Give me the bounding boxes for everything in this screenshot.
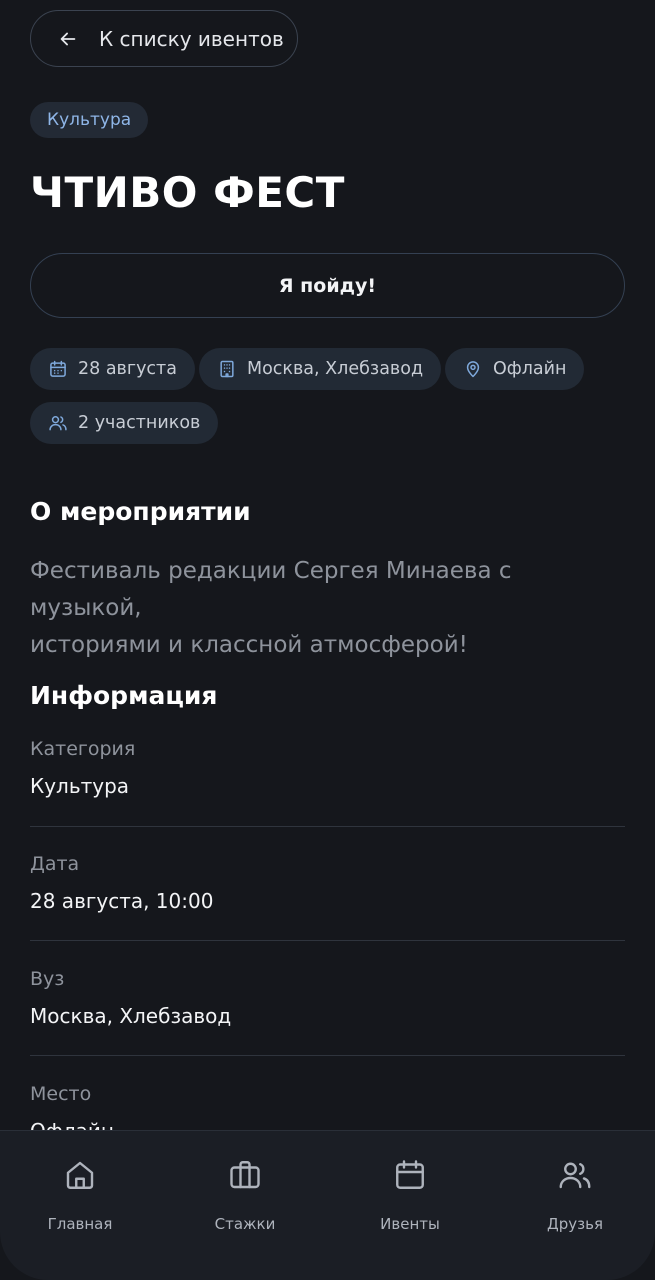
tab-internships[interactable]: Стажки <box>165 1131 325 1280</box>
event-detail-screen: К списку ивентов Культура ЧТИВО ФЕСТ Я п… <box>0 0 655 1280</box>
info-label: Место <box>30 1083 92 1105</box>
info-label: Дата <box>30 853 80 875</box>
tab-label: Главная <box>47 1215 113 1233</box>
venue-tag: Москва, Хлебзавод <box>199 348 442 390</box>
format-tag: Офлайн <box>445 348 585 390</box>
users-icon <box>49 416 67 431</box>
event-title: ЧТИВО ФЕСТ <box>30 168 345 217</box>
calendar-icon <box>396 1160 424 1189</box>
back-label: К списку ивентов <box>99 26 284 51</box>
bottom-tab-bar: Главная Стажки Ивенты Друзья <box>0 1130 655 1280</box>
tab-label: Стажки <box>214 1215 276 1233</box>
tab-friends[interactable]: Друзья <box>495 1131 655 1280</box>
tab-home[interactable]: Главная <box>0 1131 160 1280</box>
category-chip: Культура <box>30 102 149 138</box>
description-line-2: историями и классной атмосферой! <box>30 632 468 658</box>
tab-label: Друзья <box>547 1215 603 1233</box>
about-heading: О мероприятии <box>30 497 251 526</box>
back-to-events-button[interactable]: К списку ивентов <box>30 10 298 67</box>
info-row-date: Дата 28 августа, 10:00 <box>30 853 625 913</box>
join-event-button[interactable]: Я пойду! <box>30 253 625 318</box>
tab-label: Ивенты <box>380 1215 440 1233</box>
divider <box>30 826 625 827</box>
briefcase-icon <box>230 1161 260 1189</box>
venue-tag-label: Москва, Хлебзавод <box>247 359 424 379</box>
info-row-category: Категория Культура <box>30 738 625 798</box>
home-icon <box>66 1161 94 1189</box>
info-value: Москва, Хлебзавод <box>30 1004 232 1028</box>
tab-events[interactable]: Ивенты <box>330 1131 490 1280</box>
participants-tag-label: 2 участников <box>78 413 201 433</box>
participants-tag: 2 участников <box>30 402 219 444</box>
info-heading: Информация <box>30 681 218 710</box>
date-tag-label: 28 августа <box>78 359 177 379</box>
info-row-place: Место Офлайн <box>30 1083 625 1131</box>
info-label: Вуз <box>30 968 65 990</box>
divider <box>30 940 625 941</box>
info-row-university: Вуз Москва, Хлебзавод <box>30 968 625 1028</box>
location-pin-icon <box>466 361 480 378</box>
info-value: 28 августа, 10:00 <box>30 889 214 913</box>
building-icon <box>220 360 234 378</box>
users-icon <box>559 1162 591 1189</box>
info-value: Культура <box>30 774 130 798</box>
description-line-1: Фестиваль редакции Сергея Минаева с музы… <box>30 558 512 621</box>
divider <box>30 1055 625 1056</box>
arrow-left-icon <box>60 32 76 45</box>
calendar-icon <box>50 360 66 377</box>
format-tag-label: Офлайн <box>493 359 567 379</box>
scroll-content[interactable]: К списку ивентов Культура ЧТИВО ФЕСТ Я п… <box>0 0 655 1131</box>
info-label: Категория <box>30 738 136 760</box>
event-description: Фестиваль редакции Сергея Минаева с музы… <box>30 553 630 664</box>
date-tag: 28 августа <box>30 348 195 390</box>
